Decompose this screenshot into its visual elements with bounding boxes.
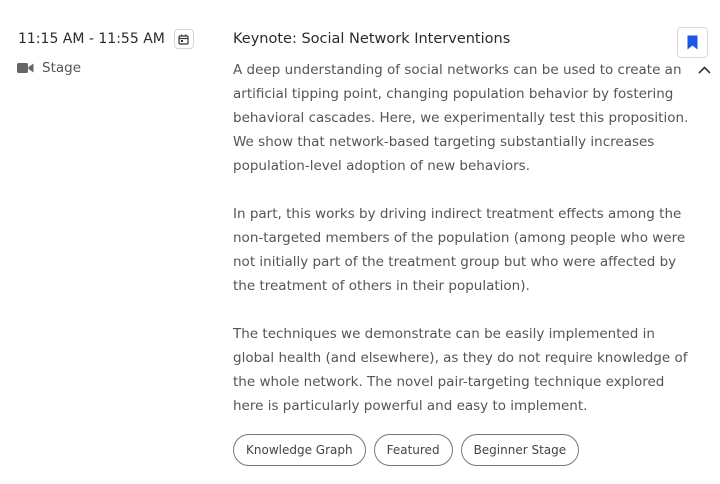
bookmark-icon — [687, 35, 698, 50]
tag-knowledge-graph[interactable]: Knowledge Graph — [233, 434, 366, 466]
tag-list: Knowledge Graph Featured Beginner Stage — [233, 434, 580, 466]
session-time: 11:15 AM - 11:55 AM — [18, 31, 165, 47]
description-paragraph: A deep understanding of social networks … — [233, 62, 689, 174]
tag-featured[interactable]: Featured — [373, 434, 453, 466]
session-description: A deep understanding of social networks … — [233, 58, 695, 442]
video-camera-icon — [17, 63, 34, 73]
tag-beginner-stage[interactable]: Beginner Stage — [460, 434, 580, 466]
description-paragraph: The techniques we demonstrate can be eas… — [233, 326, 688, 414]
location-label: Stage — [42, 60, 82, 76]
calendar-icon — [178, 34, 189, 45]
session-time-row: 11:15 AM - 11:55 AM — [18, 29, 194, 49]
chevron-up-icon — [697, 66, 711, 74]
bookmark-button[interactable] — [677, 27, 708, 58]
collapse-button[interactable] — [697, 64, 711, 76]
description-paragraph: In part, this works by driving indirect … — [233, 206, 686, 294]
session-location: Stage — [17, 60, 81, 76]
session-title[interactable]: Keynote: Social Network Interventions — [233, 31, 510, 47]
add-to-calendar-button[interactable] — [173, 29, 194, 49]
